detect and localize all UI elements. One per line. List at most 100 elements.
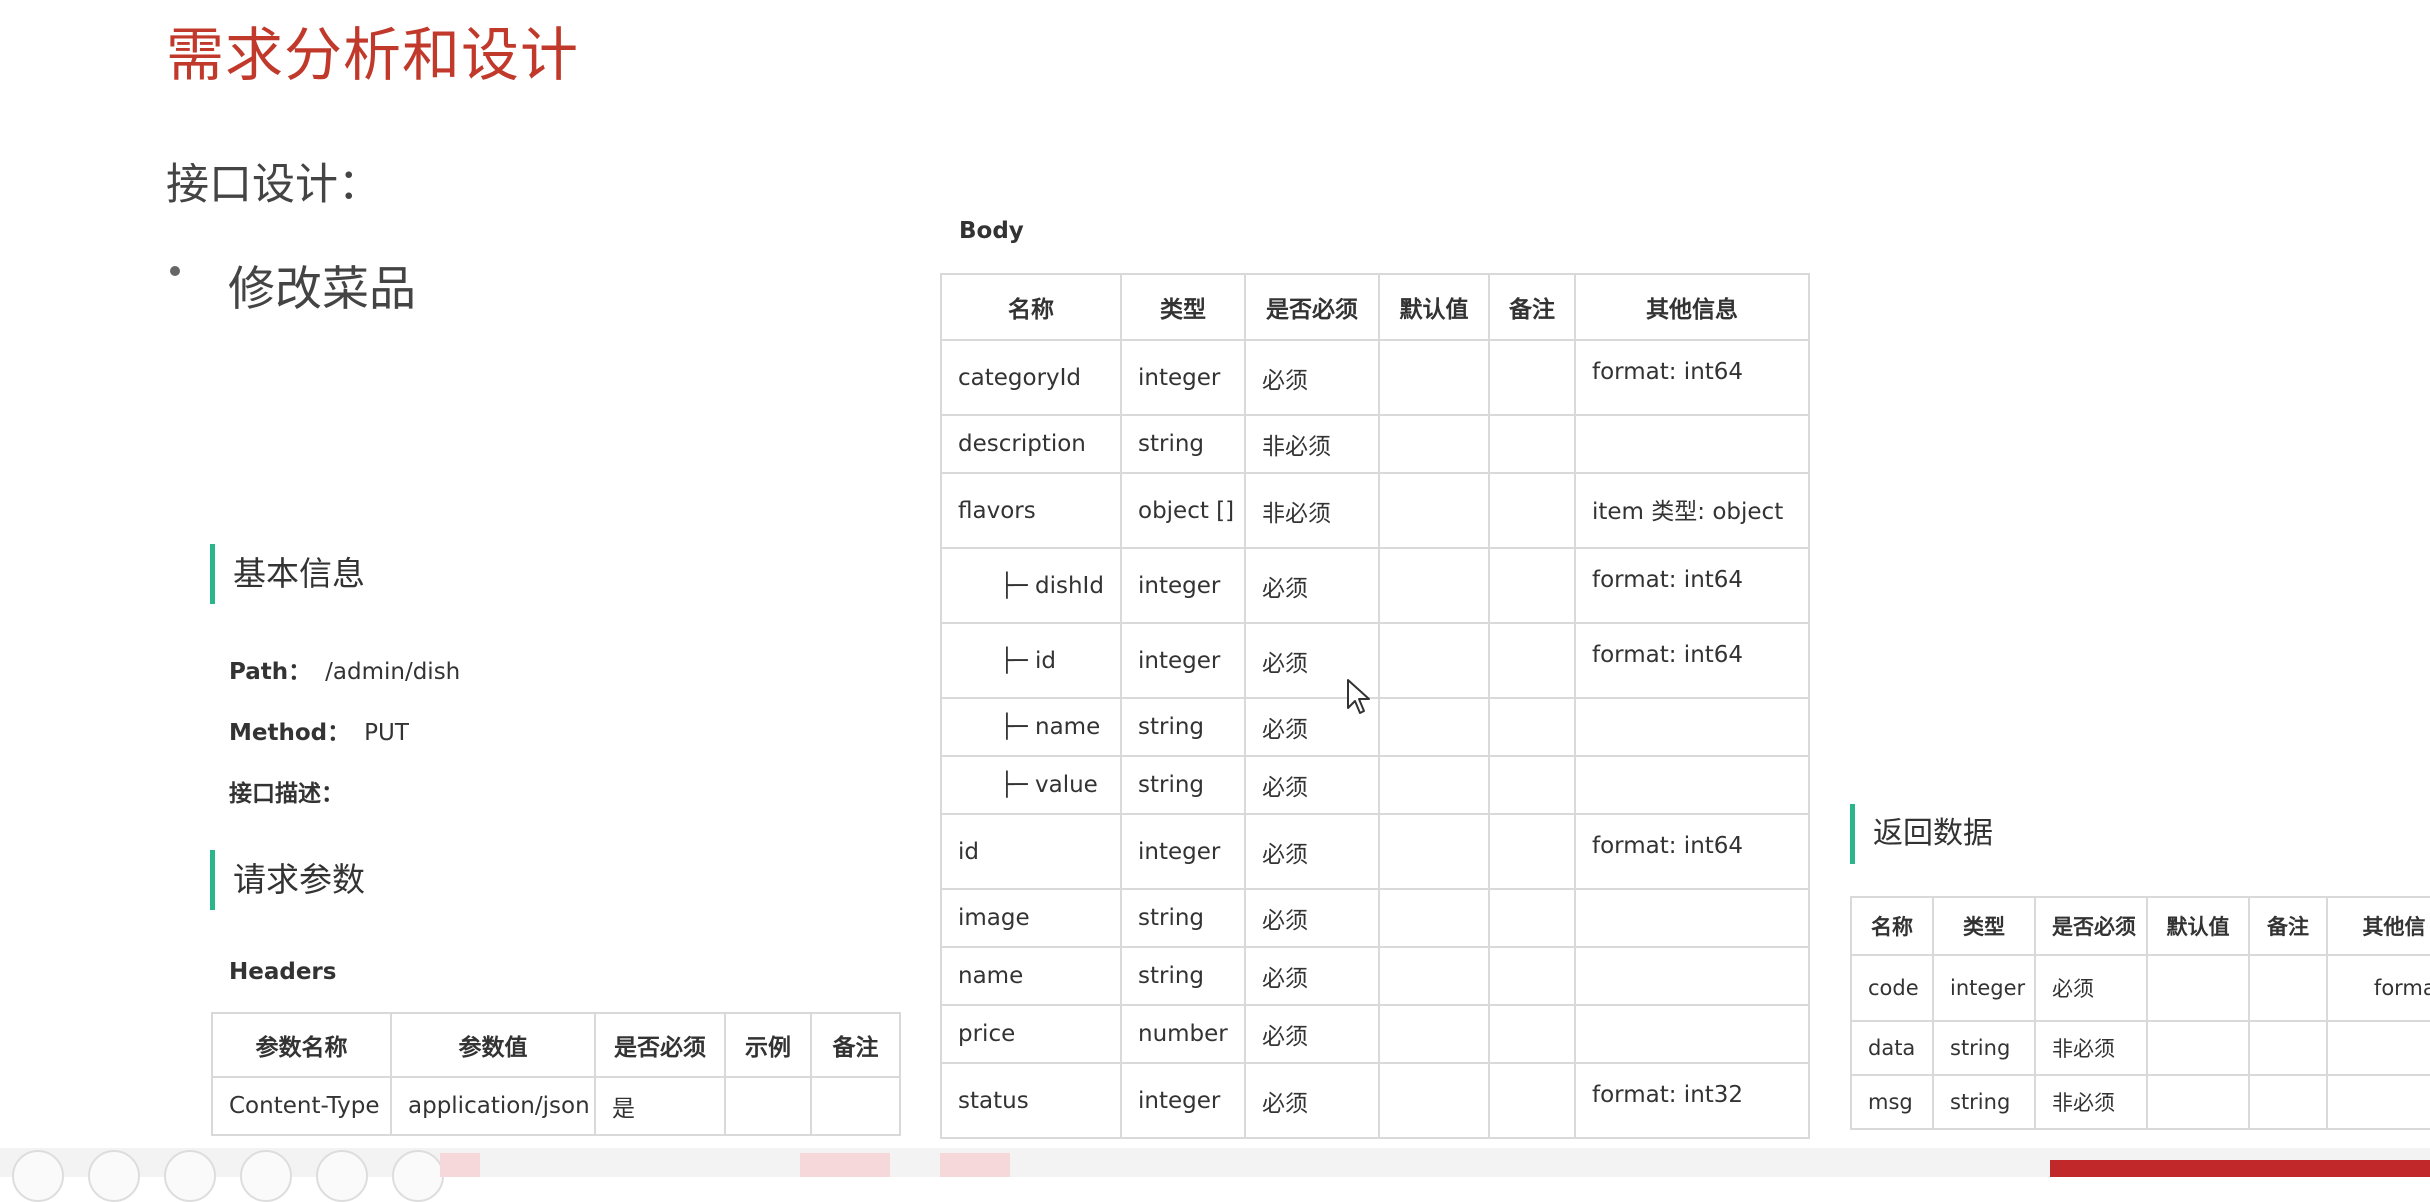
body-label: Body: [959, 218, 1024, 244]
table-cell: [1378, 622, 1490, 699]
decorative-strip: [940, 1153, 1010, 1177]
table-cell: [1488, 547, 1576, 624]
bullet-text: 修改菜品: [228, 262, 416, 317]
column-header: 备注: [810, 1012, 901, 1078]
table-cell: [1378, 339, 1490, 416]
table-cell: [2146, 954, 2250, 1022]
column-header: 是否必须: [2034, 896, 2148, 956]
table-cell: 必须: [1244, 1062, 1380, 1139]
table-cell: 非必须: [2034, 1074, 2148, 1130]
table-cell: integer: [1932, 954, 2036, 1022]
table-cell: [1574, 697, 1810, 757]
table-cell: integer: [1120, 622, 1246, 699]
table-cell: image: [940, 888, 1122, 948]
table-row: ├─ id integer 必须 format: int64: [940, 622, 1810, 699]
method-label: Method：: [229, 720, 351, 746]
table-cell: flavors: [940, 472, 1122, 549]
mouse-cursor-icon: [1347, 679, 1370, 714]
table-cell: status: [940, 1062, 1122, 1139]
table-cell: application/json: [390, 1076, 596, 1136]
path-label: Path：: [229, 659, 312, 685]
table-cell: price: [940, 1004, 1122, 1064]
table-row: codeinteger必须 format: [1850, 954, 2430, 1022]
table-cell: [1488, 813, 1576, 890]
table-cell: [1378, 472, 1490, 549]
column-header: 默认值: [2146, 896, 2250, 956]
table-cell: categoryId: [940, 339, 1122, 416]
table-cell: [1378, 1004, 1490, 1064]
column-header: 其他信: [2326, 896, 2430, 956]
table-cell: [1488, 1062, 1576, 1139]
table-row: data string 非必须: [1850, 1020, 2430, 1076]
table-row: status integer 必须 format: int32: [940, 1062, 1810, 1139]
bullet-dot: [170, 266, 180, 276]
column-header: 其他信息: [1574, 273, 1810, 341]
table-cell: 非必须: [1244, 472, 1380, 549]
table-row: ├─ dishId integer 必须 format: int64: [940, 547, 1810, 624]
table-cell: [1378, 414, 1490, 474]
column-header: 示例: [724, 1012, 812, 1078]
table-row: msg string 非必须: [1850, 1074, 2430, 1130]
table-cell: [1378, 697, 1490, 757]
table-cell: [1574, 946, 1810, 1006]
table-cell: [2146, 1020, 2250, 1076]
table-cell: string: [1120, 697, 1246, 757]
table-cell: [1378, 755, 1490, 815]
table-cell: ├─ name: [940, 697, 1122, 757]
pen-icon[interactable]: [164, 1150, 216, 1202]
body-table: 名称 类型 是否必须 默认值 备注 其他信息 categoryId integer…: [940, 273, 1810, 1139]
table-row: price number 必须: [940, 1004, 1810, 1064]
table-cell: ├─ dishId: [940, 547, 1122, 624]
table-cell: format: [2326, 954, 2430, 1022]
table-cell: Content-Type: [211, 1076, 392, 1136]
decorative-strip: [440, 1153, 480, 1177]
table-cell: 必须: [1244, 813, 1380, 890]
table-cell: [1488, 697, 1576, 757]
column-header: 参数值: [390, 1012, 596, 1078]
table-row: image string 必须: [940, 888, 1810, 948]
table-cell: name: [940, 946, 1122, 1006]
headers-table: 参数名称 参数值 是否必须 示例 备注 Content-Type applica…: [211, 1012, 901, 1136]
table-cell: string: [1932, 1020, 2036, 1076]
table-row: Content-Type application/json 是: [211, 1076, 901, 1136]
previous-slide-icon[interactable]: [12, 1150, 64, 1202]
table-cell: string: [1120, 888, 1246, 948]
next-slide-icon[interactable]: [88, 1150, 140, 1202]
column-header: 类型: [1932, 896, 2036, 956]
column-header: 名称: [1850, 896, 1934, 956]
slides-grid-icon[interactable]: [240, 1150, 292, 1202]
table-cell: [1574, 755, 1810, 815]
table-cell: 非必须: [1244, 414, 1380, 474]
table-cell: [1378, 946, 1490, 1006]
table-cell: [1488, 472, 1576, 549]
column-header: 是否必须: [594, 1012, 726, 1078]
table-cell: [1488, 339, 1576, 416]
table-cell: format: int64: [1574, 622, 1810, 699]
table-cell: string: [1120, 946, 1246, 1006]
table-cell: [1488, 888, 1576, 948]
table-cell: format: int64: [1574, 813, 1810, 890]
slide-title: 需求分析和设计: [166, 21, 580, 89]
table-cell: string: [1120, 755, 1246, 815]
table-cell: [1378, 547, 1490, 624]
table-cell: [1488, 414, 1576, 474]
more-options-icon[interactable]: [392, 1150, 444, 1202]
headers-label: Headers: [229, 959, 337, 985]
section-basic-info: 基本信息: [210, 544, 365, 604]
table-cell: [1574, 414, 1810, 474]
table-cell: [1378, 813, 1490, 890]
table-cell: format: int64: [1574, 547, 1810, 624]
table-cell: [1488, 1004, 1576, 1064]
table-cell: [1488, 755, 1576, 815]
column-header: 参数名称: [211, 1012, 392, 1078]
table-cell: ├─ value: [940, 755, 1122, 815]
section-request-params: 请求参数: [210, 850, 365, 910]
method-value: PUT: [364, 720, 409, 746]
table-row: ├─ value string 必须: [940, 755, 1810, 815]
table-cell: ├─ id: [940, 622, 1122, 699]
slide-subtitle: 接口设计：: [166, 160, 381, 210]
body-table-header: 名称 类型 是否必须 默认值 备注 其他信息: [940, 273, 1810, 341]
table-cell: [1378, 888, 1490, 948]
table-cell: item 类型: object: [1574, 472, 1810, 549]
zoom-icon[interactable]: [316, 1150, 368, 1202]
